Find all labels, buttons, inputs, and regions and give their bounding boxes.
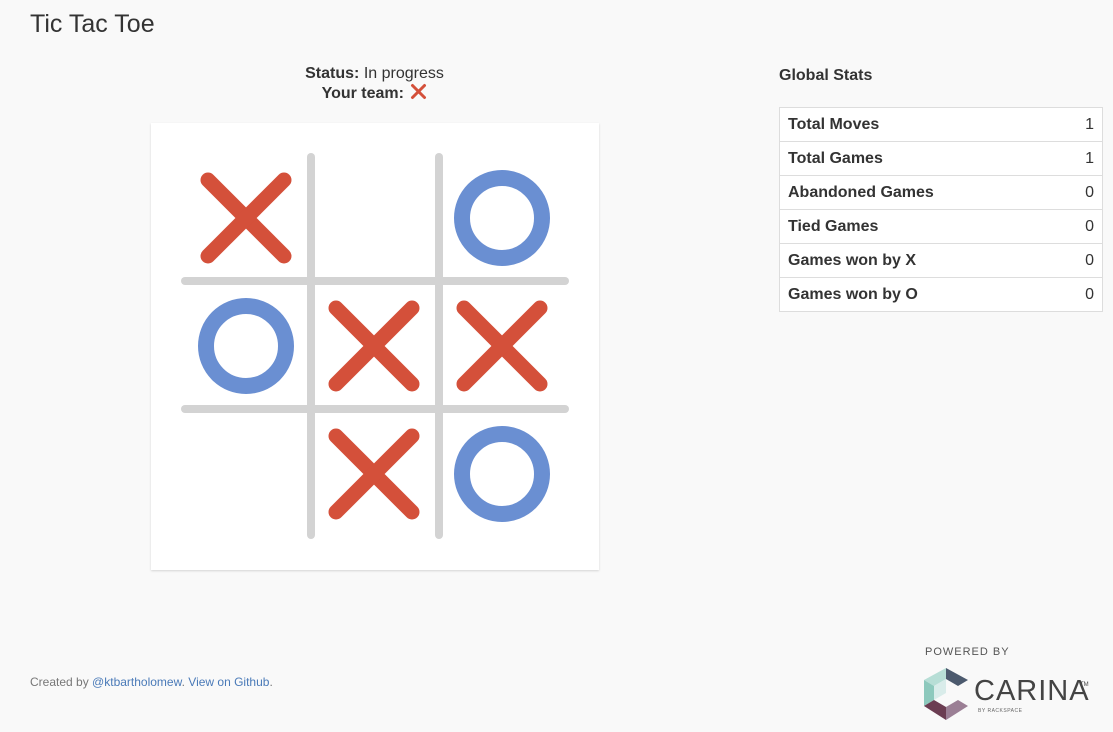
- stats-row-label: Abandoned Games: [778, 175, 1059, 210]
- status-value: In progress: [363, 65, 444, 82]
- board-cell-3-2[interactable]: [315, 415, 435, 535]
- board-cell-1-2[interactable]: [315, 159, 435, 279]
- stats-row-value: 0: [1058, 209, 1103, 244]
- board-cell-1-3[interactable]: [443, 159, 563, 279]
- status-line: Status: In progress: [150, 65, 599, 83]
- created-by-text: Created by: [30, 675, 93, 689]
- stats-row-label: Total Moves: [778, 107, 1059, 142]
- author-link[interactable]: @ktbartholomew: [92, 675, 182, 689]
- carina-wordmark: CARINA: [974, 675, 1090, 707]
- stats-row-value: 1: [1058, 107, 1103, 142]
- stats-row-value: 1: [1058, 141, 1103, 176]
- game-status: Status: In progress Your team:: [150, 65, 599, 105]
- stats-row: Abandoned Games 0: [778, 175, 1103, 210]
- game-board: [151, 123, 599, 570]
- powered-by[interactable]: POWERED BY CARINA TM BY RACKSPACE: [922, 646, 1092, 720]
- board-cell-3-1[interactable]: [187, 415, 307, 535]
- stats-row: Games won by O0: [778, 277, 1103, 312]
- stats-title: Global Stats: [779, 67, 873, 84]
- board-cell-1-1[interactable]: [187, 159, 307, 279]
- stats-row: Total Games 1: [778, 141, 1103, 176]
- stats-row-label: Total Games: [778, 141, 1059, 176]
- board-cell-2-2[interactable]: [315, 287, 435, 407]
- github-link[interactable]: View on Github: [188, 675, 269, 689]
- stats-row: Total Moves 1: [778, 107, 1103, 142]
- footer-end: .: [269, 675, 273, 689]
- app-title: Tic Tac Toe: [30, 10, 155, 38]
- stats-row-label: Games won by O: [778, 277, 1059, 312]
- board-cell-3-3[interactable]: [443, 415, 563, 535]
- stats-row: Games won by X0: [778, 243, 1103, 278]
- stats-row-value: 0: [1058, 243, 1103, 278]
- stats-table: Total Moves 1 Total Games 1 Abandoned Games 0…: [778, 107, 1103, 312]
- stats-row: Tied Games 0: [778, 209, 1103, 244]
- team-label: Your team:: [321, 85, 404, 102]
- stats-row-label: Tied Games: [778, 209, 1059, 244]
- footer-credits: Created by @ktbartholomew. View on Githu…: [30, 675, 273, 689]
- board-cell-2-3[interactable]: [443, 287, 563, 407]
- stats-row-value: 0: [1058, 277, 1103, 312]
- board-canvas: [181, 153, 569, 539]
- carina-subtitle: BY RACKSPACE: [978, 708, 1023, 714]
- stats-row-value: 0: [1058, 175, 1103, 210]
- carina-logo-icon: [924, 668, 968, 720]
- team-x-icon: [410, 83, 427, 105]
- carina-tm: TM: [1080, 682, 1089, 688]
- team-line: Your team:: [150, 83, 599, 105]
- page: Tic Tac Toe Status: In progress Your tea…: [0, 0, 1113, 732]
- stats-row-label: Games won by X: [778, 243, 1059, 278]
- powered-by-label: POWERED BY: [925, 646, 1010, 658]
- status-label: Status:: [305, 65, 360, 82]
- board-cell-2-1[interactable]: [187, 287, 307, 407]
